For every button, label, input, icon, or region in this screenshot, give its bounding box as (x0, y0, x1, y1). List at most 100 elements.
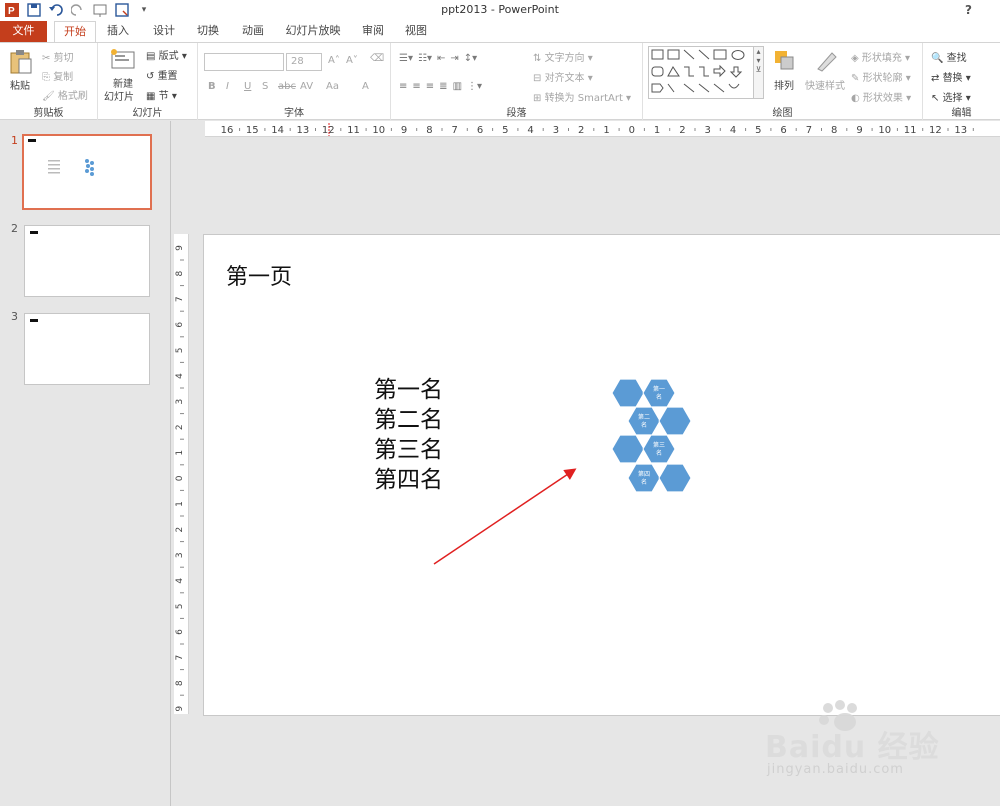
shapes-gallery[interactable]: ▴ ▾ ⊻ (648, 46, 764, 99)
grow-font-button[interactable]: A˄ (328, 55, 340, 66)
slides-group: 新建 幻灯片 ▤ 版式 ▾ ↺ 重置 ▦ 节 ▾ 幻灯片 (98, 43, 198, 120)
character-spacing-button[interactable]: AV (300, 81, 313, 92)
align-center-icon[interactable]: ≡ (412, 81, 420, 92)
tab-design[interactable]: 设计 (146, 21, 182, 42)
ribbon: 粘贴 ✂ 剪切 ⎘ 复制 🖌 格式刷 剪贴板 新建 幻灯片 ▤ 版式 ▾ ↺ 重… (0, 42, 1000, 120)
new-slide-icon[interactable] (110, 47, 136, 74)
help-button[interactable]: ? (965, 3, 972, 17)
align-text-button[interactable]: ⊟ 对齐文本 ▾ (533, 69, 593, 84)
section-button[interactable]: ▦ 节 ▾ (146, 87, 177, 102)
justify-icon[interactable]: ≣ (439, 81, 447, 92)
ruler-tick-label: 0 (175, 475, 185, 481)
increase-indent-icon[interactable]: ⇥ (450, 53, 458, 64)
watermark-url: jingyan.baidu.com (767, 762, 904, 777)
align-left-icon[interactable]: ≡ (399, 81, 407, 92)
red-arrow (433, 468, 577, 565)
smartart-hexagon[interactable] (642, 378, 676, 408)
font-color-button[interactable]: A (362, 81, 369, 92)
slide-thumbnail-1[interactable] (22, 134, 152, 210)
paste-button[interactable]: 粘贴 (10, 77, 30, 92)
shapes-gallery-icons (651, 49, 745, 93)
paste-icon[interactable] (9, 49, 33, 78)
align-right-icon[interactable]: ≡ (426, 81, 434, 92)
new-slide-dropdown[interactable]: 幻灯片 (104, 88, 134, 103)
underline-button[interactable]: U (244, 81, 251, 92)
smartart-hexagon[interactable] (627, 406, 661, 436)
smartart-hexagon-accent[interactable] (658, 463, 692, 493)
tab-home[interactable]: 开始 (54, 21, 96, 43)
slide-thumbnail-2[interactable] (24, 225, 150, 297)
paragraph-group-label: 段落 (506, 108, 527, 119)
ruler-tick-label: 4 (730, 125, 736, 136)
shape-effects-button[interactable]: ◐ 形状效果 ▾ (851, 89, 911, 104)
text-direction-button[interactable]: ⇅ 文字方向 ▾ (533, 49, 593, 64)
ruler-tick-label: 2 (578, 125, 584, 136)
ruler-tick-label: 4 (175, 373, 185, 379)
replace-button[interactable]: ⇄ 替换 ▾ (931, 69, 971, 84)
smartart-hexagon[interactable] (627, 463, 661, 493)
smartart-hexagon-graphic[interactable]: 第一名第二名第三名第四名 (611, 378, 692, 493)
grow-font-label: A (328, 55, 335, 66)
format-painter-button[interactable]: 🖌 格式刷 (42, 87, 88, 102)
select-button[interactable]: ↖ 选择 ▾ (931, 89, 971, 104)
bullets-icon[interactable]: ☰▾ (399, 53, 413, 64)
shape-fill-button[interactable]: ◈ 形状填充 ▾ (851, 49, 910, 64)
line-spacing-icon[interactable]: ↕▾ (464, 53, 477, 64)
smartart-hexagon-accent[interactable] (611, 434, 645, 464)
italic-button[interactable]: I (226, 81, 229, 92)
quick-styles-icon[interactable] (814, 49, 838, 76)
ribbon-tabs: 文件 开始 插入 设计 切换 动画 幻灯片放映 审阅 视图 (0, 21, 1000, 43)
ruler-tick-label: 2 (175, 527, 185, 533)
slide-thumbnail-3[interactable] (24, 313, 150, 385)
decrease-indent-icon[interactable]: ⇤ (437, 53, 445, 64)
change-case-button[interactable]: Aa (326, 81, 339, 92)
tab-insert[interactable]: 插入 (100, 21, 136, 42)
smartart-hexagon-accent[interactable] (658, 406, 692, 436)
tab-slideshow[interactable]: 幻灯片放映 (281, 21, 345, 42)
numbering-icon[interactable]: ☷▾ (418, 53, 432, 64)
font-size-combo[interactable]: 28 (286, 53, 322, 71)
tab-file[interactable]: 文件 (0, 21, 47, 42)
vertical-ruler: 9 8 7 6 5 4 3 2 1 0 1 2 3 4 5 6 7 8 9 (174, 234, 189, 722)
slide-canvas[interactable]: 第一页 第一名 第二名 第三名 第四名 第一名第二名第三名第四名 (203, 234, 1000, 716)
copy-button[interactable]: ⎘ 复制 (42, 68, 73, 83)
quick-styles-button[interactable]: 快速样式 (805, 77, 845, 92)
text-shadow-button[interactable]: S (262, 81, 268, 92)
paragraph-group: ☰▾ ☷▾ ⇤ ⇥ ↕▾ ⇅ 文字方向 ▾ ⊟ 对齐文本 ▾ ⊞ 转换为 Sma… (391, 43, 643, 120)
columns-icon[interactable]: ▥ (453, 81, 462, 92)
ruler-tick-label: 5 (502, 125, 508, 136)
layout-button[interactable]: ▤ 版式 ▾ (146, 47, 187, 62)
bold-button[interactable]: B (208, 81, 216, 92)
horizontal-ruler-ticks: 16 15 14 13 12 11 10 9 8 7 6 5 4 3 2 1 0 1 2 3 4 5 6 7 8 9 10 11 12 1… (221, 123, 974, 136)
thumbnail-number-2: 2 (11, 222, 18, 235)
ruler-tick-label: 1 (175, 450, 185, 456)
clear-formatting-icon[interactable]: ⌫ (370, 53, 384, 64)
reset-button[interactable]: ↺ 重置 (146, 67, 178, 82)
arrange-button[interactable]: 排列 (774, 77, 794, 92)
tab-view[interactable]: 视图 (398, 21, 434, 42)
tab-review[interactable]: 审阅 (355, 21, 391, 42)
paragraph-more-icon[interactable]: ⋮▾ (467, 81, 482, 92)
font-name-combo[interactable] (204, 53, 284, 71)
arrange-icon[interactable] (773, 49, 795, 74)
shrink-font-button[interactable]: A˅ (346, 55, 358, 66)
find-button[interactable]: 🔍 查找 (931, 49, 967, 64)
shapes-gallery-scroll[interactable]: ▴ ▾ ⊻ (753, 47, 763, 98)
tab-transitions[interactable]: 切换 (190, 21, 226, 42)
smartart-hexagon-accent[interactable] (611, 378, 645, 408)
smartart-hexagon-label: 第二 (638, 413, 650, 421)
convert-smartart-button[interactable]: ⊞ 转换为 SmartArt ▾ (533, 89, 631, 104)
strikethrough-button[interactable]: abc (278, 81, 296, 92)
shape-outline-button[interactable]: ✎ 形状轮廓 ▾ (851, 69, 911, 84)
ruler-tick-label: 7 (452, 125, 458, 136)
cut-button[interactable]: ✂ 剪切 (42, 49, 74, 64)
ruler-tick-label: 2 (679, 125, 685, 136)
smartart-hexagon[interactable] (642, 434, 676, 464)
slides-group-label: 幻灯片 (132, 108, 163, 119)
ruler-tick-label: 13 (297, 125, 310, 136)
copy-label: 复制 (53, 72, 74, 83)
smartart-hexagon-label: 第四 (638, 470, 650, 478)
tab-animations[interactable]: 动画 (235, 21, 271, 42)
ruler-tick-label: 4 (527, 125, 533, 136)
ruler-tick-label: 5 (175, 348, 185, 354)
